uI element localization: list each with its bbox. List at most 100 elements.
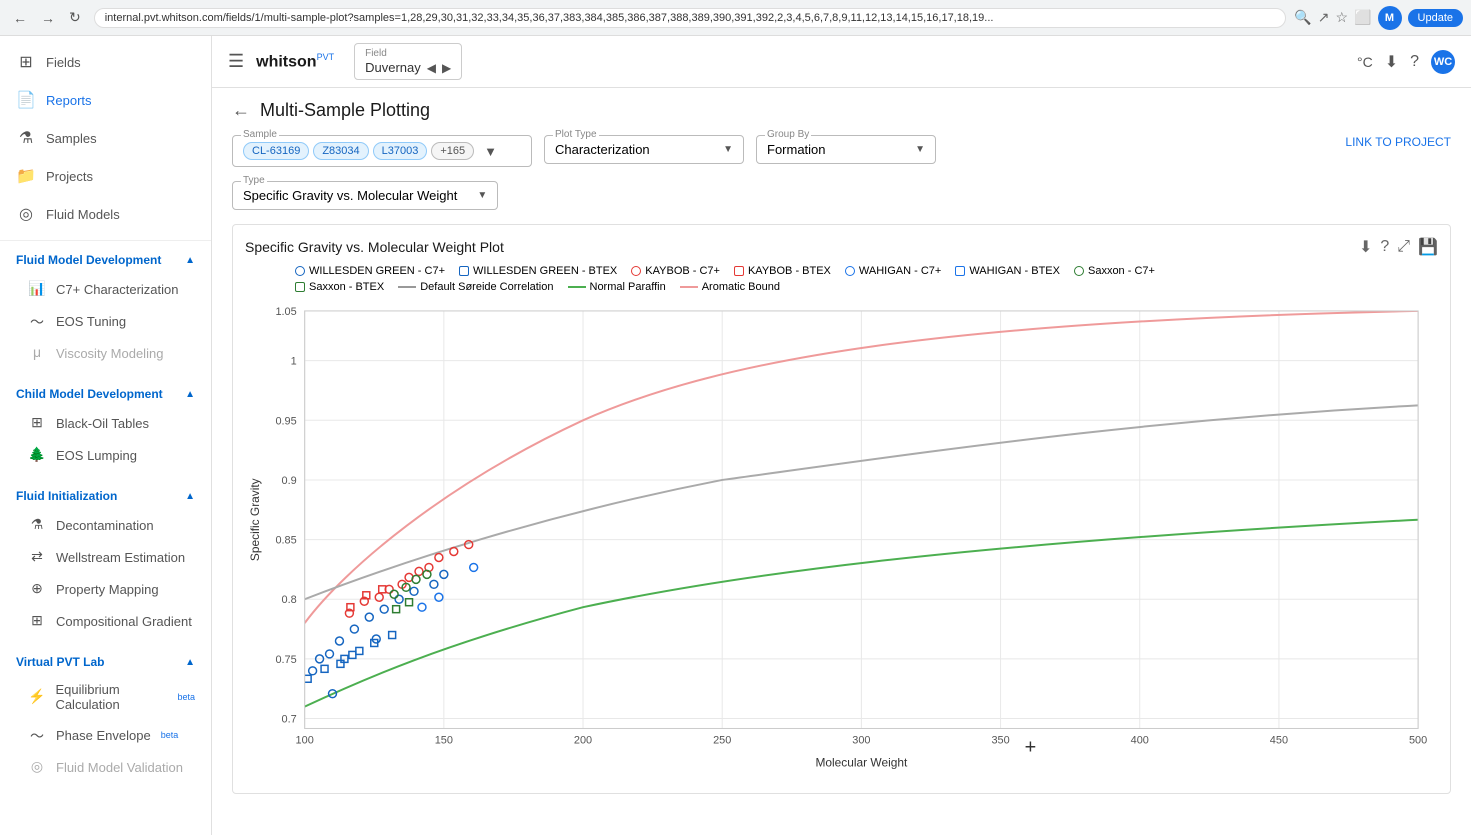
sidebar-item-fields[interactable]: ⊞ Fields: [0, 44, 211, 80]
black-oil-icon: ⊞: [28, 414, 46, 432]
sidebar-item-comp-gradient[interactable]: ⊞ Compositional Gradient: [0, 605, 211, 637]
sidebar-label-fluid-models: Fluid Models: [46, 207, 120, 222]
legend-marker-wah-btex: [955, 266, 965, 276]
sidebar-item-reports[interactable]: 📄 Reports: [0, 82, 211, 118]
help-icon[interactable]: ?: [1410, 53, 1419, 71]
expand-plot-btn[interactable]: ⤢: [1397, 237, 1410, 257]
sidebar-item-fluid-models[interactable]: ◎ Fluid Models: [0, 196, 211, 232]
plot-container: Specific Gravity vs. Molecular Weight Pl…: [232, 224, 1451, 794]
section-header-fluid-init[interactable]: Fluid Initialization ▲: [0, 483, 211, 509]
legend-label-wah-c7: WAHIGAN - C7+: [859, 265, 941, 277]
bookmark-icon[interactable]: ☆: [1336, 9, 1349, 26]
legend-wahigan-c7plus: WAHIGAN - C7+: [845, 265, 941, 277]
plot-title: Specific Gravity vs. Molecular Weight Pl…: [245, 239, 504, 255]
sample-chips: CL-63169 Z83034 L37003 +165: [243, 142, 474, 160]
legend-label-kb-c7: KAYBOB - C7+: [645, 265, 720, 277]
sidebar-label-samples: Samples: [46, 131, 97, 146]
sidebar-item-property-mapping[interactable]: ⊕ Property Mapping: [0, 573, 211, 605]
sidebar-label-equilibrium: Equilibrium Calculation: [55, 682, 167, 712]
sidebar-item-wellstream[interactable]: ⇄ Wellstream Estimation: [0, 541, 211, 573]
reload-btn[interactable]: ↻: [64, 7, 86, 28]
legend-label-wg-btex: WILLESDEN GREEN - BTEX: [473, 265, 617, 277]
sample-dropdown-arrow[interactable]: ▼: [484, 144, 497, 159]
hamburger-menu[interactable]: ☰: [228, 51, 244, 72]
section-child-model-dev: Child Model Development ▲ ⊞ Black-Oil Ta…: [0, 375, 211, 477]
celsius-icon[interactable]: °C: [1357, 54, 1373, 70]
section-header-fluid-model-dev[interactable]: Fluid Model Development ▲: [0, 247, 211, 273]
sidebar-label-property-mapping: Property Mapping: [56, 582, 159, 597]
field-prev-btn[interactable]: ◀: [427, 61, 436, 75]
download-plot-btn[interactable]: ⬇: [1359, 237, 1372, 257]
plot-header: Specific Gravity vs. Molecular Weight Pl…: [245, 237, 1438, 257]
phase-envelope-icon: 〜: [28, 726, 46, 744]
update-button[interactable]: Update: [1408, 9, 1463, 27]
back-button[interactable]: ←: [232, 100, 250, 121]
type-field[interactable]: Type Specific Gravity vs. Molecular Weig…: [232, 181, 498, 210]
sidebar-label-c7plus: C7+ Characterization: [56, 282, 178, 297]
fluid-models-icon: ◎: [16, 204, 36, 224]
chart-wrapper[interactable]: 0.7 0.75 0.8 0.85 0.9 0.95 1 1.05 100 15…: [245, 301, 1438, 781]
sidebar-item-black-oil[interactable]: ⊞ Black-Oil Tables: [0, 407, 211, 439]
extensions-icon[interactable]: ⬜: [1354, 9, 1371, 26]
back-nav-btn[interactable]: ←: [8, 7, 32, 28]
section-fluid-init: Fluid Initialization ▲ ⚗ Decontamination…: [0, 477, 211, 643]
type-arrow: ▼: [477, 190, 487, 201]
chip-extra[interactable]: +165: [431, 142, 474, 160]
chart-svg[interactable]: 0.7 0.75 0.8 0.85 0.9 0.95 1 1.05 100 15…: [245, 301, 1438, 778]
svg-text:0.75: 0.75: [275, 654, 296, 666]
sidebar-nav: ⊞ Fields 📄 Reports ⚗ Samples 📁 Projects …: [0, 36, 211, 241]
sidebar-item-c7plus[interactable]: 📊 C7+ Characterization: [0, 273, 211, 305]
sidebar-label-projects: Projects: [46, 169, 93, 184]
help-plot-btn[interactable]: ?: [1380, 237, 1389, 257]
forward-nav-btn[interactable]: →: [36, 7, 60, 28]
section-virtual-pvt: Virtual PVT Lab ▲ ⚡ Equilibrium Calculat…: [0, 643, 211, 789]
browser-nav[interactable]: ← → ↻: [8, 7, 86, 28]
address-bar[interactable]: internal.pvt.whitson.com/fields/1/multi-…: [94, 8, 1287, 28]
property-mapping-icon: ⊕: [28, 580, 46, 598]
svg-text:200: 200: [574, 734, 592, 746]
type-value: Specific Gravity vs. Molecular Weight: [243, 188, 457, 203]
sidebar-item-decontamination[interactable]: ⚗ Decontamination: [0, 509, 211, 541]
chip-3[interactable]: L37003: [373, 142, 428, 160]
sidebar-item-phase-envelope[interactable]: 〜 Phase Envelope beta: [0, 719, 211, 751]
sidebar-item-samples[interactable]: ⚗ Samples: [0, 120, 211, 156]
legend-line-aromatic: [680, 286, 698, 288]
svg-text:0.7: 0.7: [282, 714, 297, 726]
plot-type-field[interactable]: Plot Type Characterization ▼: [544, 135, 744, 164]
fluid-validation-icon: ◎: [28, 758, 46, 776]
chip-2[interactable]: Z83034: [313, 142, 368, 160]
legend-soreide: Default Søreide Correlation: [398, 281, 553, 293]
eos-tuning-icon: 〜: [28, 312, 46, 330]
field-next-btn[interactable]: ▶: [442, 61, 451, 75]
projects-icon: 📁: [16, 166, 36, 186]
type-row: Type Specific Gravity vs. Molecular Weig…: [232, 181, 1451, 210]
field-box-label: Field: [365, 48, 451, 59]
save-plot-btn[interactable]: 💾: [1418, 237, 1438, 257]
sidebar-item-equilibrium[interactable]: ⚡ Equilibrium Calculation beta: [0, 675, 211, 719]
sample-field[interactable]: Sample CL-63169 Z83034 L37003 +165 ▼: [232, 135, 532, 167]
decontamination-icon: ⚗: [28, 516, 46, 534]
sidebar-item-eos-lumping[interactable]: 🌲 EOS Lumping: [0, 439, 211, 471]
user-avatar[interactable]: M: [1378, 6, 1402, 30]
download-icon[interactable]: ⬇: [1385, 52, 1398, 72]
sidebar-item-eos-tuning[interactable]: 〜 EOS Tuning: [0, 305, 211, 337]
section-header-virtual-pvt[interactable]: Virtual PVT Lab ▲: [0, 649, 211, 675]
share-icon[interactable]: ↗: [1318, 9, 1330, 26]
main-content: ☰ whitsonPVT Field Duvernay ◀ ▶ °C ⬇ ? W…: [212, 36, 1471, 835]
user-avatar-main[interactable]: WC: [1431, 50, 1455, 74]
legend-normal-paraffin: Normal Paraffin: [568, 281, 666, 293]
group-by-field[interactable]: Group By Formation ▼: [756, 135, 936, 164]
section-header-child-model-dev[interactable]: Child Model Development ▲: [0, 381, 211, 407]
search-icon[interactable]: 🔍: [1294, 9, 1311, 26]
type-label: Type: [241, 175, 267, 186]
chip-1[interactable]: CL-63169: [243, 142, 309, 160]
svg-text:1: 1: [291, 356, 297, 368]
legend-label-soreide: Default Søreide Correlation: [420, 281, 553, 293]
legend-line-paraffin: [568, 286, 586, 288]
sidebar-item-projects[interactable]: 📁 Projects: [0, 158, 211, 194]
link-to-project[interactable]: LINK TO PROJECT: [1345, 135, 1451, 149]
legend-marker-wg-c7: [295, 266, 305, 276]
sidebar-label-fields: Fields: [46, 55, 81, 70]
field-selector[interactable]: Field Duvernay ◀ ▶: [354, 43, 462, 80]
sidebar-item-fluid-validation: ◎ Fluid Model Validation: [0, 751, 211, 783]
